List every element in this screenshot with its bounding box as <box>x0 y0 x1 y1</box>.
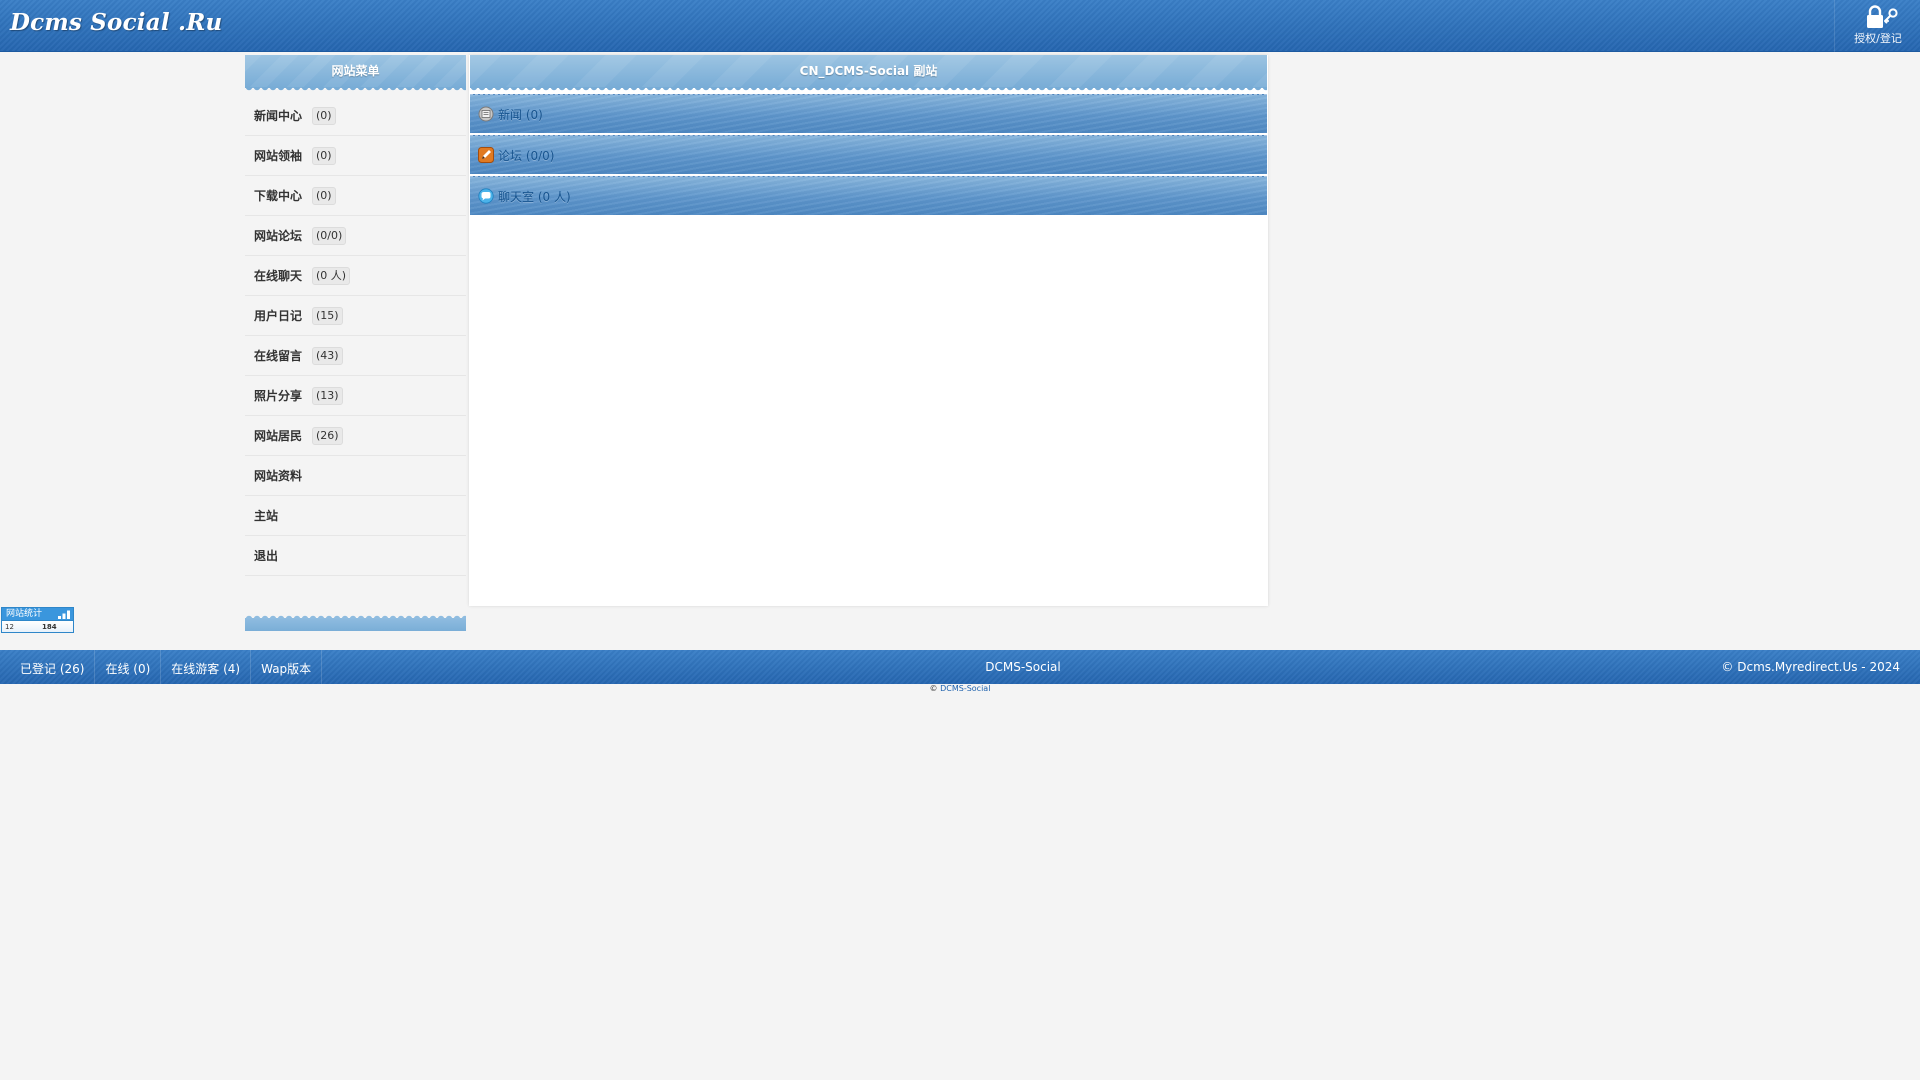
menu-item-site-leaders[interactable]: 网站领袖 (0) <box>245 136 466 176</box>
menu-item-label: 退出 <box>254 549 279 563</box>
menu-item-label: 照片分享 <box>254 389 303 403</box>
login-register-label: 授权/登记 <box>1854 32 1902 45</box>
site-logo[interactable]: Dcms Social .Ru <box>10 9 222 36</box>
menu-item-label: 网站论坛 <box>254 229 303 243</box>
menu-item-diaries[interactable]: 用户日记 (15) <box>245 296 466 336</box>
menu-item-label: 主站 <box>254 509 279 523</box>
menu-item-downloads[interactable]: 下载中心 (0) <box>245 176 466 216</box>
menu-item-label: 网站居民 <box>254 429 303 443</box>
login-register-button[interactable]: 授权/登记 <box>1834 0 1920 52</box>
section-link-list: 新闻 (0) 论坛 (0/0) 聊天室 (0 人) <box>469 94 1268 215</box>
bar-chart-icon <box>58 610 70 619</box>
lock-key-icon <box>1867 5 1898 28</box>
footer-link-guests[interactable]: 在线游客 (4) <box>161 650 252 688</box>
footer-copyright: © Dcms.Myredirect.Us - 2024 <box>1721 660 1900 674</box>
site-menu-footer <box>245 614 466 631</box>
news-link-label: 新闻 (0) <box>498 107 543 122</box>
count-badge: (43) <box>312 346 343 365</box>
credit-prefix: © <box>929 684 938 693</box>
menu-item-guestbook[interactable]: 在线留言 (43) <box>245 336 466 376</box>
forum-link[interactable]: 论坛 (0/0) <box>470 135 1267 174</box>
site-menu-panel: 网站菜单 新闻中心 (0) 网站领袖 (0) 下载中心 (0) 网站论坛 (0/… <box>245 55 466 631</box>
menu-item-label: 在线聊天 <box>254 269 303 283</box>
count-badge: (26) <box>312 426 343 445</box>
count-badge: (15) <box>312 306 343 325</box>
menu-item-label: 在线留言 <box>254 349 303 363</box>
counter-values: 12 184 <box>2 620 73 632</box>
news-icon <box>478 106 494 122</box>
footer-link-registered[interactable]: 已登记 (26) <box>10 650 96 688</box>
footer-brand: DCMS-Social <box>985 660 1061 674</box>
count-badge: (0) <box>312 186 336 205</box>
menu-item-label: 用户日记 <box>254 309 303 323</box>
footer-links: 已登记 (26) 在线 (0) 在线游客 (4) Wap版本 <box>10 650 323 688</box>
count-badge: (0/0) <box>312 226 347 245</box>
footer-bar: 已登记 (26) 在线 (0) 在线游客 (4) Wap版本 DCMS-Soci… <box>0 650 1920 688</box>
count-badge: (0 人) <box>312 266 351 285</box>
pencil-icon <box>478 147 494 163</box>
menu-item-main-site[interactable]: 主站 <box>245 496 466 536</box>
counter-left-value: 12 <box>5 623 14 631</box>
count-badge: (13) <box>312 386 343 405</box>
menu-item-chat[interactable]: 在线聊天 (0 人) <box>245 256 466 296</box>
menu-item-forum[interactable]: 网站论坛 (0/0) <box>245 216 466 256</box>
menu-item-site-info[interactable]: 网站资料 <box>245 456 466 496</box>
news-link[interactable]: 新闻 (0) <box>470 94 1267 133</box>
main-content-panel: CN_DCMS-Social 副站 新闻 (0) 论坛 (0/0) 聊天室 (0… <box>469 55 1268 606</box>
counter-right-value: 184 <box>42 623 57 631</box>
credit-link[interactable]: DCMS-Social <box>940 684 990 693</box>
menu-item-residents[interactable]: 网站居民 (26) <box>245 416 466 456</box>
menu-item-label: 网站领袖 <box>254 149 303 163</box>
chatroom-link-label: 聊天室 (0 人) <box>498 189 571 204</box>
site-menu-title: 网站菜单 <box>245 55 466 93</box>
footer-link-online[interactable]: 在线 (0) <box>95 650 162 688</box>
menu-item-label: 新闻中心 <box>254 109 303 123</box>
main-panel-title: CN_DCMS-Social 副站 <box>470 55 1267 93</box>
footer-link-wap[interactable]: Wap版本 <box>251 650 323 688</box>
menu-item-label: 网站资料 <box>254 469 303 483</box>
top-header-bar: Dcms Social .Ru 授权/登记 <box>0 0 1920 52</box>
chatroom-link[interactable]: 聊天室 (0 人) <box>470 176 1267 215</box>
site-statistics-counter[interactable]: 网站统计 12 184 <box>1 607 74 633</box>
count-badge: (0) <box>312 106 336 125</box>
forum-link-label: 论坛 (0/0) <box>498 148 555 163</box>
menu-item-label: 下载中心 <box>254 189 303 203</box>
count-badge: (0) <box>312 146 336 165</box>
menu-item-logout[interactable]: 退出 <box>245 536 466 576</box>
menu-item-photos[interactable]: 照片分享 (13) <box>245 376 466 416</box>
credit-line: © DCMS-Social <box>0 684 1920 694</box>
menu-item-news-center[interactable]: 新闻中心 (0) <box>245 96 466 136</box>
site-menu-list: 新闻中心 (0) 网站领袖 (0) 下载中心 (0) 网站论坛 (0/0) 在线… <box>245 96 466 576</box>
chat-bubble-icon <box>478 188 494 204</box>
